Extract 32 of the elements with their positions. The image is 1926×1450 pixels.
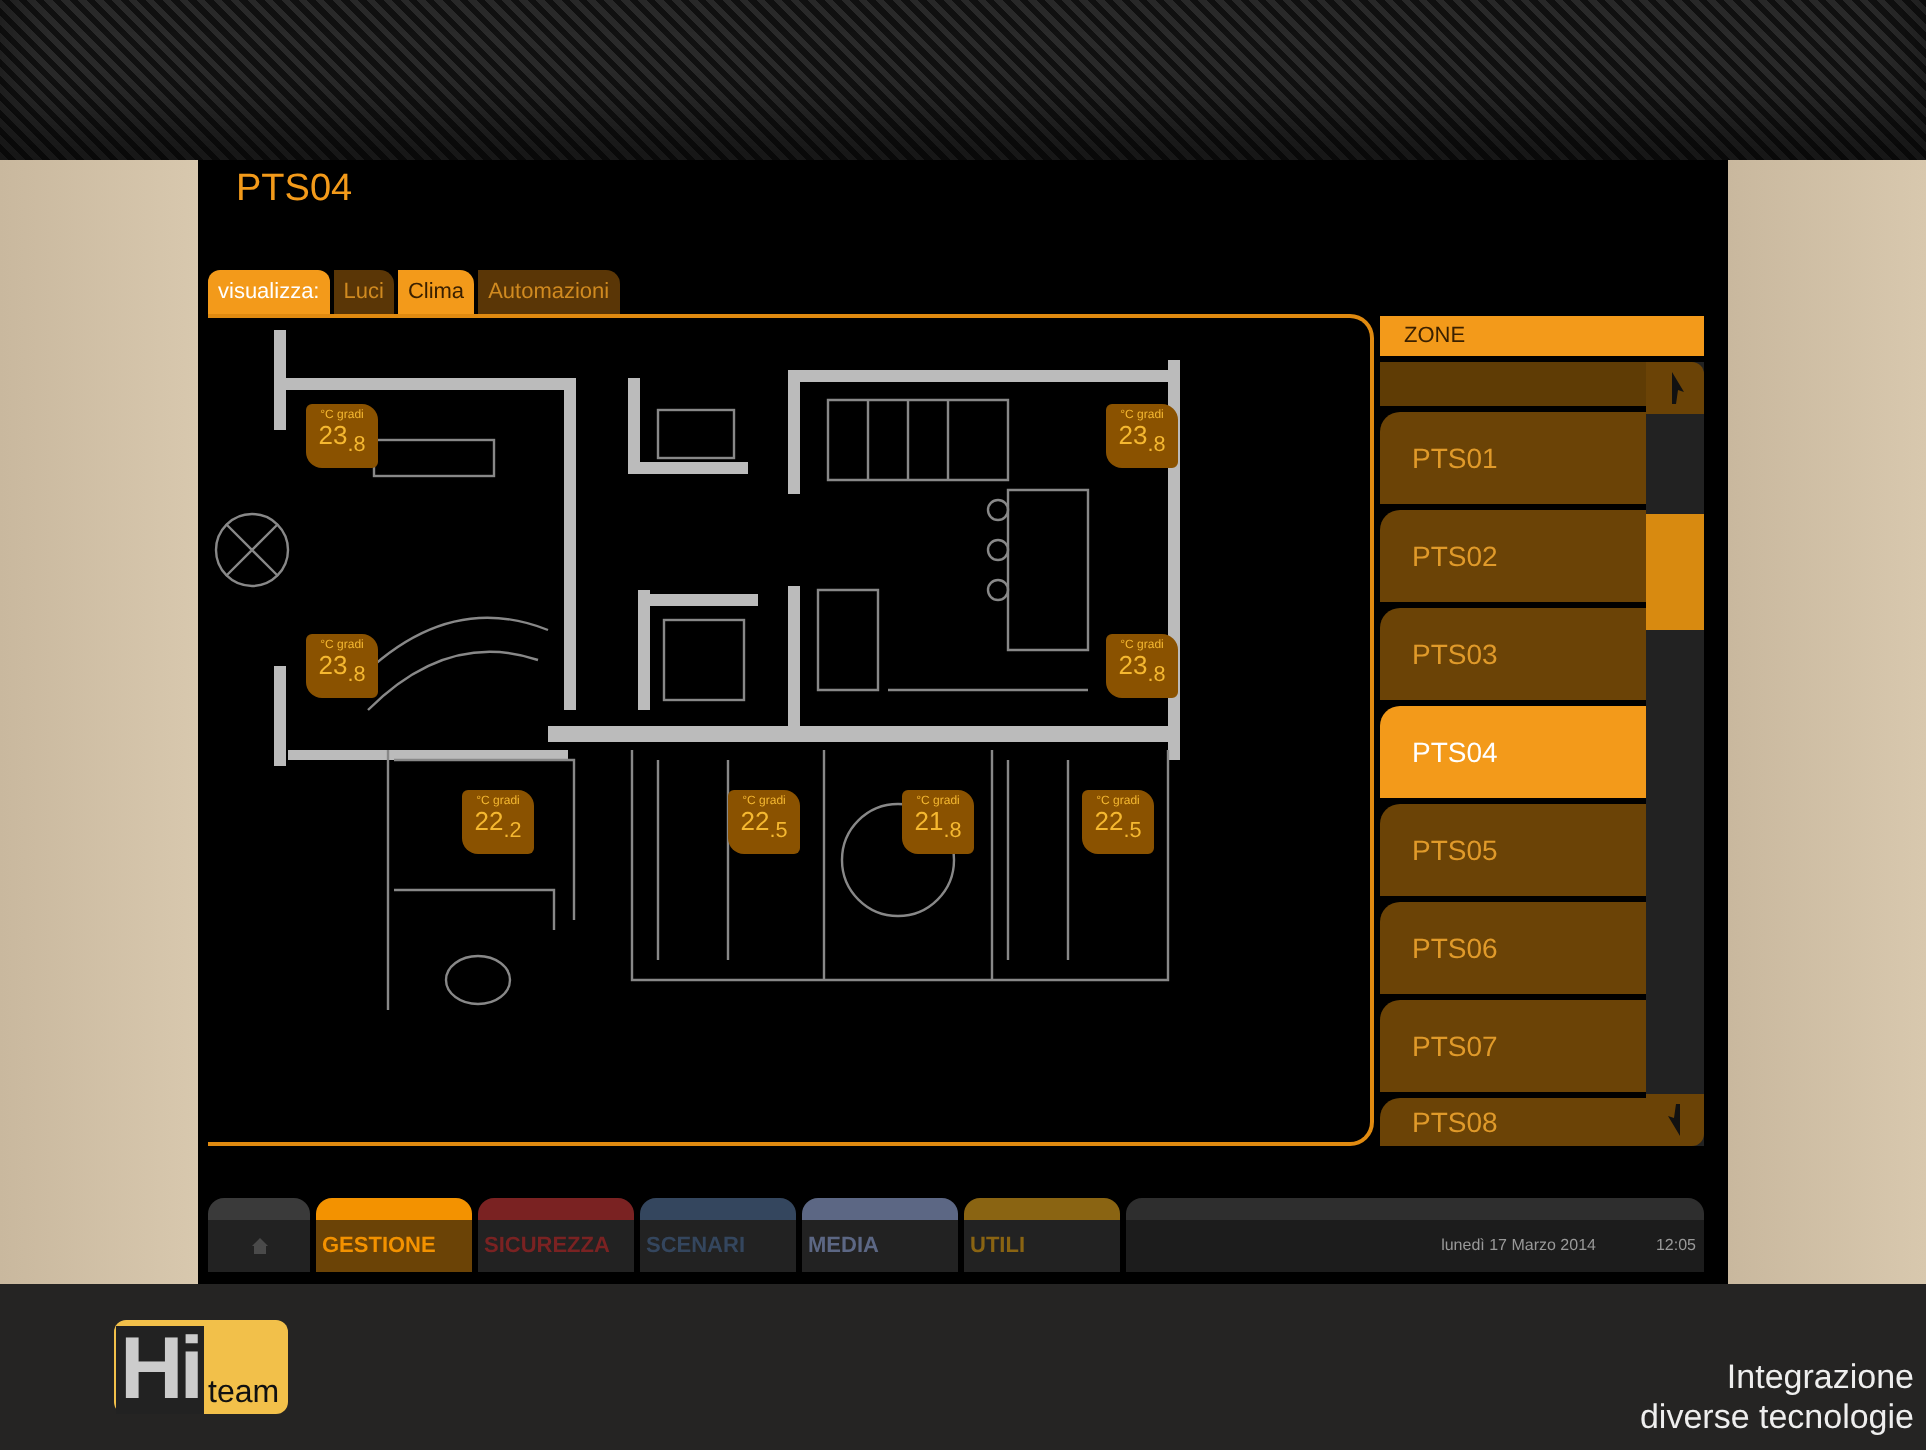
temperature-value: 23$_{.8}$ [318,652,366,690]
view-tab[interactable]: Clima [397,270,475,314]
zone-item[interactable]: PTS05 [1380,804,1646,896]
zone-title: PTS04 [234,166,355,214]
temperature-value: 22$_{.5}$ [740,808,788,846]
view-tab[interactable]: Luci [333,270,394,314]
zone-item[interactable]: PTS07 [1380,1000,1646,1092]
home-icon [249,1236,269,1256]
zone-item[interactable]: PTS06 [1380,902,1646,994]
caption-text: Integrazione [1726,1358,1914,1398]
scrollbar[interactable] [1646,362,1704,1146]
temperature-value: 21$_{.8}$ [914,808,962,846]
temperature-value: 23$_{.8}$ [1118,652,1166,690]
zone-item[interactable]: PTS08 [1380,1098,1646,1146]
zone-item[interactable]: PTS04 [1380,706,1646,798]
zone-item[interactable]: PTS03 [1380,608,1646,700]
temperature-value: 23$_{.8}$ [318,422,366,460]
logo-text: team [208,1374,280,1414]
zone-item[interactable]: PTS02 [1380,510,1646,602]
scrollbar-thumb[interactable] [1646,514,1704,630]
temperature-value: 22$_{.5}$ [1094,808,1142,846]
view-label: visualizza: [208,270,330,314]
logo-text: Hi [116,1326,204,1414]
status-time: 12:05 [1655,1236,1696,1254]
caption-text: diverse tecnologie [1639,1398,1914,1438]
temperature-value: 23$_{.8}$ [1118,422,1166,460]
home-tab[interactable] [208,1198,310,1272]
status-date: lunedì 17 Marzo 2014 [1441,1236,1596,1254]
zone-item[interactable]: PTS01 [1380,412,1646,504]
temperature-value: 22$_{.2}$ [474,808,522,846]
view-tab[interactable]: Automazioni [478,270,620,314]
zone-header: ZONE [1380,316,1704,356]
